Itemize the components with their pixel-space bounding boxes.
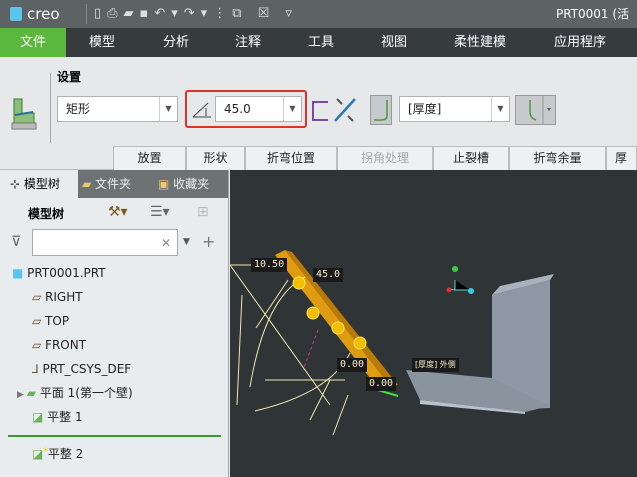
expand-icon[interactable]: ▶ (17, 390, 27, 400)
base-wall (406, 274, 554, 414)
thickness-side-button[interactable] (370, 95, 392, 125)
menu-model[interactable]: 模型 (76, 28, 128, 57)
tree-label: 平面 1(第一个壁) (39, 386, 133, 400)
flat-wall-icon: ◪ (32, 447, 44, 461)
tree-item-flat-1[interactable]: ◪ 平整 1 (0, 406, 229, 428)
dimension-lines (230, 264, 351, 436)
tab-placement[interactable]: 放置 (113, 146, 186, 170)
tree-label: TOP (45, 314, 70, 328)
tree-item-flat-2[interactable]: ◪*平整 2 (0, 443, 229, 465)
tree-item-part[interactable]: ■ PRT0001.PRT (0, 262, 229, 284)
search-input[interactable]: ✕ (32, 229, 178, 256)
clear-icon[interactable]: ✕ (161, 236, 171, 250)
shape-value: 矩形 (66, 102, 91, 116)
csys-triad (446, 266, 474, 294)
tab-label: 文件夹 (95, 177, 132, 191)
menu-analysis[interactable]: 分析 (150, 28, 202, 57)
tree-label: FRONT (45, 338, 87, 352)
title-bar: creo ▯⎙▰▪↶▾↷▾⋮⧉ ☒ ▿ PRT0001 (活 (0, 0, 637, 28)
new-feature-marker: * (43, 447, 48, 457)
settings-label: 设置 (57, 70, 82, 84)
tab-label: 收藏夹 (173, 177, 210, 191)
bend-axis (302, 329, 319, 371)
tree-label: PRT0001.PRT (27, 266, 106, 280)
menu-file[interactable]: 文件 (0, 28, 66, 57)
show-list-icon[interactable]: ☰▾ (150, 204, 170, 220)
folder-icon: ▰ (82, 177, 96, 191)
menu-bar: 文件 模型 分析 注释 工具 视图 柔性建模 应用程序 (0, 28, 637, 57)
insert-indicator[interactable] (8, 435, 221, 437)
menu-tools[interactable]: 工具 (295, 28, 347, 57)
drag-handle[interactable] (306, 306, 320, 320)
datum-plane-icon: ▱ (32, 338, 46, 352)
menu-flexible-modeling[interactable]: 柔性建模 (445, 28, 515, 57)
datum-plane-icon: ▱ (32, 314, 46, 328)
quick-access-toolbar[interactable]: ▯⎙▰▪↶▾↷▾⋮⧉ ☒ ▿ (94, 7, 298, 21)
tree-label: PRT_CSYS_DEF (42, 362, 132, 376)
dimension-angle[interactable]: 45.0 (313, 268, 344, 282)
angle-input[interactable]: 45.0 ▼ (215, 96, 302, 122)
part-icon: ■ (12, 266, 28, 280)
thickness-side-label[interactable]: [厚度] 外侧 (412, 358, 459, 372)
tree-label: 平整 2 (47, 447, 84, 461)
drag-handle[interactable] (331, 321, 345, 335)
flat-wall-icon: ◪ (32, 410, 48, 424)
tree-label: 平整 1 (47, 410, 83, 424)
model-tree-header: 模型树 (28, 207, 65, 221)
model-graphics[interactable] (230, 170, 637, 477)
tree-filter-icon[interactable]: ⊞ (197, 204, 209, 220)
tab-model-tree[interactable]: ⊹ 模型树 (0, 170, 78, 198)
shape-dropdown[interactable]: 矩形 ▼ (57, 96, 178, 122)
chevron-down-icon: ▼ (159, 97, 177, 121)
tab-folder[interactable]: ▰ 文件夹 (82, 170, 150, 198)
planar-wall-icon: ▰ (26, 386, 40, 400)
tab-thickness[interactable]: 厚 (606, 146, 637, 170)
drag-handle[interactable] (353, 336, 367, 350)
favorites-icon: ▣ (158, 177, 174, 191)
graphics-viewport[interactable]: 10.50 45.0 0.00 0.00 [厚度] 外侧 (230, 170, 637, 477)
flip-direction-icon[interactable] (333, 97, 357, 123)
app-name: creo (27, 5, 60, 23)
tools-icon[interactable]: ⚒▾ (108, 204, 128, 220)
menu-applications[interactable]: 应用程序 (545, 28, 615, 57)
tab-shape[interactable]: 形状 (186, 146, 245, 170)
tab-label: 模型树 (23, 177, 60, 191)
tab-favorites[interactable]: ▣ 收藏夹 (158, 170, 228, 198)
add-icon[interactable]: + (202, 233, 215, 251)
thickness-dropdown[interactable]: [厚度] ▼ (399, 96, 510, 122)
tree-item-plane-1[interactable]: ▶ ▰ 平面 1(第一个壁) (0, 382, 229, 404)
datum-plane-icon: ▱ (32, 290, 46, 304)
thickness-value: [厚度] (408, 102, 442, 116)
tree-item-right[interactable]: ▱ RIGHT (0, 286, 229, 308)
angle-icon (191, 99, 213, 119)
tab-bend-allowance[interactable]: 折弯余量 (509, 146, 606, 170)
menu-annotate[interactable]: 注释 (222, 28, 274, 57)
drag-handle[interactable] (292, 276, 306, 290)
dimension-length[interactable]: 10.50 (251, 258, 288, 272)
chevron-down-icon: ▼ (491, 97, 509, 121)
tree-label: RIGHT (45, 290, 83, 304)
dimension-offset-1[interactable]: 0.00 (337, 358, 368, 372)
bend-relief-button[interactable] (515, 95, 556, 125)
angle-value: 45.0 (224, 102, 251, 116)
model-tree-panel: ⊹ 模型树 ▰ 文件夹 ▣ 收藏夹 模型树 ⚒▾ ☰▾ ⊞ ⊽ ✕ ▼ + ■ … (0, 170, 229, 477)
tab-corner-treatment[interactable]: 拐角处理 (337, 146, 433, 170)
tree-item-front[interactable]: ▱ FRONT (0, 334, 229, 356)
tree-item-top[interactable]: ▱ TOP (0, 310, 229, 332)
tree-icon: ⊹ (10, 177, 24, 191)
chevron-down-icon[interactable]: ▼ (283, 97, 301, 121)
creo-logo-icon (10, 7, 22, 21)
chevron-down-icon[interactable]: ▼ (183, 237, 190, 247)
menu-view[interactable]: 视图 (368, 28, 420, 57)
tab-relief[interactable]: 止裂槽 (433, 146, 509, 170)
filter-icon[interactable]: ⊽ (11, 234, 21, 250)
document-title: PRT0001 (活 (556, 7, 630, 21)
bend-side-icon[interactable] (312, 101, 328, 121)
flat-wall-icon (8, 97, 40, 131)
dimension-offset-2[interactable]: 0.00 (366, 377, 397, 391)
tree-item-csys[interactable]: ⅃ PRT_CSYS_DEF (0, 358, 229, 380)
tab-bend-position[interactable]: 折弯位置 (245, 146, 337, 170)
csys-icon: ⅃ (32, 362, 43, 376)
